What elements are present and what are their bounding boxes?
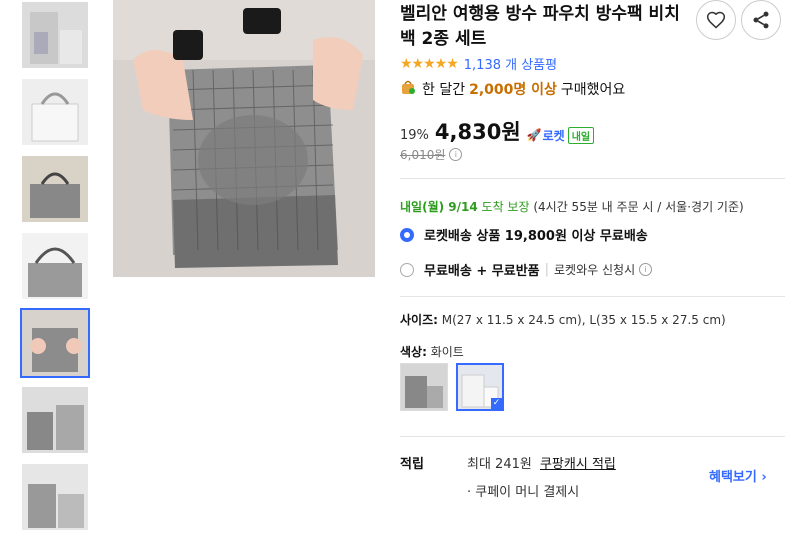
size-info: 사이즈: M(27 x 11.5 x 24.5 cm), L(35 x 15.5…: [400, 311, 726, 328]
color-label: 색상:: [400, 345, 427, 359]
sale-price: 4,830원: [434, 120, 521, 144]
thumbnail-3[interactable]: [20, 154, 90, 224]
thumbnail-7[interactable]: [20, 462, 90, 532]
rocket-next-day-badge: 내일: [567, 126, 595, 144]
price-row: 19% 4,830원 🚀 로켓 내일: [400, 116, 595, 146]
rocket-wow-note: 로켓와우 신청시: [554, 263, 636, 277]
points-label: 적립: [400, 457, 424, 472]
thumbnail-1[interactable]: [20, 0, 90, 70]
points-max-amount: 최대 241원: [467, 457, 532, 472]
rating-row: ★★★★★ 1,138 개 상품평: [400, 54, 557, 74]
divider: [400, 436, 785, 437]
purchase-highlight: 2,000명 이상: [469, 82, 557, 98]
size-label: 사이즈:: [400, 313, 438, 327]
radio-unselected[interactable]: [400, 262, 414, 277]
discount-rate: 19%: [400, 128, 429, 143]
purchase-prefix: 한 달간: [422, 82, 466, 98]
delivery-date: 내일(월) 9/14: [400, 200, 478, 214]
shipping-option-free[interactable]: 무료배송 + 무료반품 | 로켓와우 신청시 i: [400, 260, 653, 279]
color-value: 화이트: [430, 345, 464, 359]
points-max: 최대 241원 쿠팡캐시 적립: [467, 453, 616, 472]
star-rating: ★★★★★: [400, 55, 459, 72]
shopping-bag-icon: [400, 79, 416, 99]
benefits-label: 혜택보기: [709, 470, 757, 485]
color-info: 색상: 화이트: [400, 343, 464, 360]
product-title: 벨리안 여행용 방수 파우치 방수팩 비치백 2종 세트: [400, 4, 680, 49]
rocket-label: 로켓: [542, 128, 565, 143]
divider: [400, 296, 785, 297]
size-value: M(27 x 11.5 x 24.5 cm), L(35 x 15.5 x 27…: [441, 313, 726, 327]
review-count-link[interactable]: 1,138 개 상품평: [464, 54, 557, 73]
thumbnail-list: [20, 0, 90, 539]
coupang-cash-link[interactable]: 쿠팡캐시 적립: [540, 457, 616, 472]
thumbnail-2[interactable]: [20, 77, 90, 147]
purchase-count: 한 달간 2,000명 이상 구매했어요: [400, 79, 625, 99]
share-button[interactable]: [741, 0, 781, 40]
wishlist-button[interactable]: [696, 0, 736, 40]
shipping-option-label: 무료배송 + 무료반품: [424, 264, 540, 279]
color-swatch-1[interactable]: [400, 363, 448, 411]
rocket-delivery-badge: 🚀 로켓 내일: [526, 126, 595, 144]
rocket-icon: 🚀: [526, 128, 542, 142]
thumbnail-6[interactable]: [20, 385, 90, 455]
main-product-image: [113, 0, 375, 277]
divider: [400, 178, 785, 179]
thumbnail-4[interactable]: [20, 231, 90, 301]
original-price-row: 6,010원 i: [400, 146, 463, 163]
original-price: 6,010원: [400, 148, 446, 162]
delivery-guarantee: 도착 보장: [481, 200, 530, 214]
chevron-right-icon: ›: [761, 470, 767, 485]
shipping-option-rocket[interactable]: 로켓배송 상품 19,800원 이상 무료배송: [400, 225, 648, 244]
purchase-suffix: 구매했어요: [560, 82, 626, 98]
coupay-note: · 쿠페이 머니 결제시: [467, 485, 580, 500]
benefits-link[interactable]: 혜택보기 ›: [709, 466, 767, 485]
share-icon: [753, 11, 769, 29]
shipping-option-label: 로켓배송 상품 19,800원 이상 무료배송: [424, 229, 648, 244]
heart-icon: [706, 11, 726, 29]
info-icon[interactable]: i: [639, 263, 653, 276]
delivery-estimate: 내일(월) 9/14 도착 보장 (4시간 55분 내 주문 시 / 서울⋅경기…: [400, 198, 744, 215]
thumbnail-5-selected[interactable]: [20, 308, 90, 378]
delivery-detail: (4시간 55분 내 주문 시 / 서울⋅경기 기준): [533, 200, 744, 214]
radio-selected[interactable]: [400, 227, 414, 242]
check-icon: ✓: [491, 398, 502, 409]
info-icon[interactable]: i: [449, 148, 463, 161]
color-swatch-2-selected[interactable]: ✓: [456, 363, 504, 411]
